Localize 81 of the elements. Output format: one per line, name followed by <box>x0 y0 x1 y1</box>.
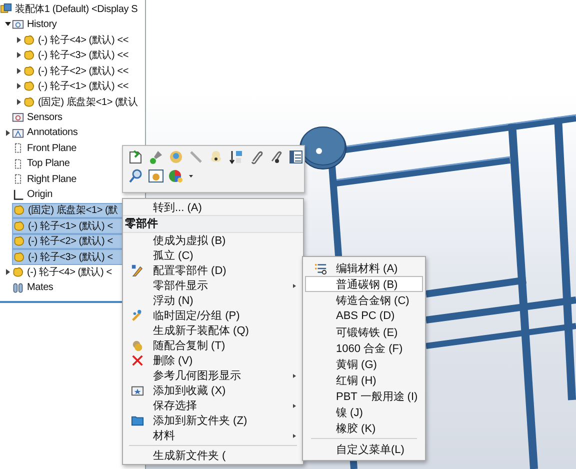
expander-arrow-icon[interactable] <box>14 98 22 106</box>
menu-item[interactable]: 删除 (V) <box>123 353 303 368</box>
tree-item[interactable]: Sensors <box>0 110 145 125</box>
table-icon[interactable] <box>288 149 304 165</box>
menu-item[interactable]: ABS PC (D) <box>305 308 423 324</box>
part-icon <box>23 34 35 46</box>
annotations-folder-icon <box>12 126 24 139</box>
menu-item[interactable]: 随配合复制 (T) <box>123 338 303 353</box>
menu-item[interactable]: 生成新文件夹 ( <box>123 448 303 463</box>
expander-arrow-icon[interactable] <box>14 51 22 60</box>
brush-icon[interactable] <box>148 149 164 165</box>
menu-item[interactable]: 铸造合金钢 (C) <box>305 292 423 308</box>
menu-item[interactable]: 可锻铸铁 (E) <box>305 324 423 340</box>
dropdown-caret-icon[interactable] <box>188 173 194 179</box>
eye-icon[interactable] <box>208 149 224 165</box>
mates-icon <box>12 282 24 294</box>
menu-item[interactable]: 材料 <box>123 428 303 443</box>
tree-item[interactable]: Origin <box>0 187 145 202</box>
copy-parts-icon <box>130 339 144 352</box>
tree-item[interactable]: (-) 轮子<1> (默认) << <box>0 78 145 94</box>
menu-item[interactable]: PBT 一般用途 (I) <box>305 388 423 404</box>
menu-item[interactable]: 镍 (J) <box>305 404 423 420</box>
part-icon <box>13 220 25 232</box>
expander-arrow-icon[interactable] <box>14 66 22 75</box>
assembly-icon <box>0 2 12 15</box>
history-folder-icon <box>12 18 24 30</box>
list-settings-icon <box>314 262 326 274</box>
part-icon <box>12 266 24 278</box>
color-wheel-icon[interactable] <box>168 168 184 184</box>
tree-item[interactable]: Annotations <box>0 125 145 140</box>
tree-item[interactable]: (-) 轮子<4> (默认) << <box>0 32 145 48</box>
expander-arrow-icon[interactable] <box>14 36 22 44</box>
menu-item[interactable]: 编辑材料 (A) <box>305 260 423 276</box>
menu-item[interactable]: 临时固定/分组 (P) <box>123 308 303 323</box>
menu-item[interactable]: 1060 合金 (F) <box>305 340 423 356</box>
menu-item[interactable]: 黄铜 (G) <box>305 356 423 372</box>
tree-item[interactable]: 装配体1 (Default) <Display S <box>0 1 145 16</box>
expander-arrow-icon[interactable] <box>4 20 12 28</box>
menu-item[interactable]: 保存选择 <box>123 398 303 413</box>
plane-icon <box>12 142 24 154</box>
menu-item[interactable]: 添加到收藏 (X) <box>123 383 303 398</box>
appearance-icon[interactable] <box>168 149 184 165</box>
menu-item[interactable]: 自定义菜单(L) <box>305 441 423 457</box>
menu-item[interactable]: 添加到新文件夹 (Z) <box>123 413 303 428</box>
part-icon <box>23 49 35 62</box>
part-icon <box>13 250 25 263</box>
pencil-icon <box>130 264 144 277</box>
menu-item[interactable]: 红铜 (H) <box>305 372 423 388</box>
menu-section-header: 零部件 <box>123 215 303 233</box>
expander-arrow-icon[interactable] <box>4 128 12 137</box>
plane-icon <box>12 173 24 186</box>
zoom-icon[interactable] <box>128 168 144 184</box>
window-part-icon[interactable] <box>148 168 164 184</box>
tree-item[interactable]: (-) 轮子<3> (默认) << <box>0 48 145 63</box>
tree-item[interactable]: Right Plane <box>0 172 145 187</box>
document-arrow-icon[interactable] <box>128 149 144 165</box>
tree-item[interactable]: (固定) 底盘架<1> (默认 <box>0 94 145 110</box>
tree-item[interactable]: History <box>0 16 145 32</box>
menu-item[interactable]: 普通碳钢 (B) <box>305 276 423 292</box>
expander-arrow-icon[interactable] <box>14 82 22 90</box>
menu-item[interactable]: 生成新子装配体 (Q) <box>123 323 303 338</box>
menu-item[interactable]: 参考几何图形显示 <box>123 368 303 383</box>
star-folder-icon <box>130 384 144 397</box>
tree-item[interactable]: Front Plane <box>0 140 145 156</box>
origin-icon <box>12 188 24 201</box>
tree-item[interactable]: Top Plane <box>0 156 145 172</box>
part-icon <box>23 80 35 92</box>
part-icon <box>23 64 35 77</box>
menu-item[interactable]: 浮动 (N) <box>123 293 303 308</box>
pin-icon <box>130 309 144 322</box>
folder-icon <box>130 414 144 427</box>
tree-item[interactable]: (-) 轮子<2> (默认) << <box>0 63 145 78</box>
plane-icon <box>12 158 24 170</box>
part-icon <box>13 204 25 216</box>
part-icon <box>13 235 25 248</box>
sensors-folder-icon <box>12 111 24 124</box>
sort-arrow-icon[interactable] <box>228 149 244 165</box>
delete-icon <box>130 354 144 367</box>
part-icon <box>23 96 35 108</box>
menu-item[interactable]: 橡胶 (K) <box>305 420 423 436</box>
expander-arrow-icon[interactable] <box>4 268 12 276</box>
